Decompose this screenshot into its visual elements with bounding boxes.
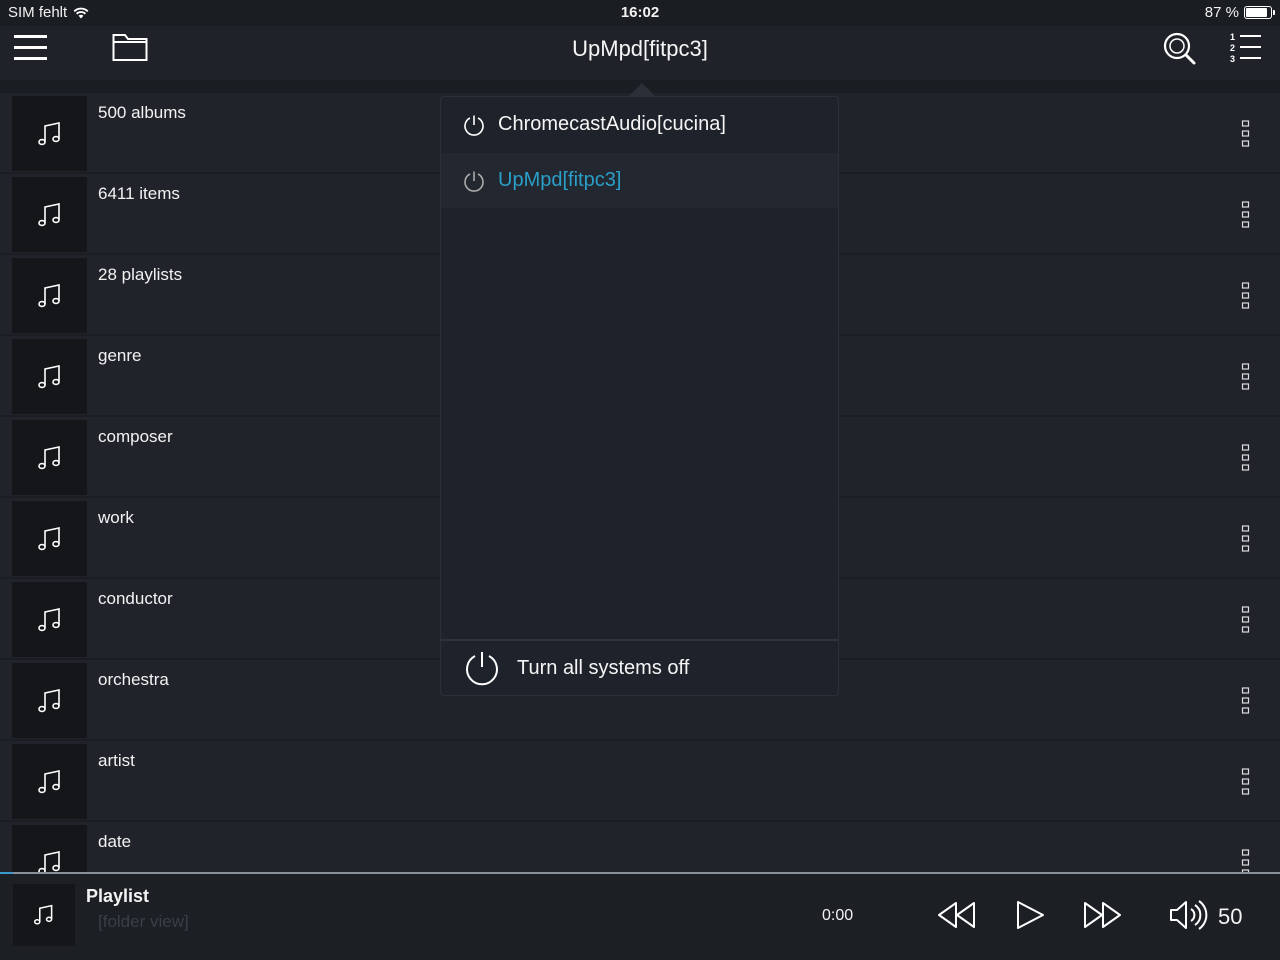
battery-label: 87 % [1204, 4, 1239, 21]
music-note-icon [12, 420, 87, 495]
turn-all-off-button[interactable]: Turn all systems off [441, 639, 838, 695]
queue-list-icon[interactable]: 123 [1228, 30, 1264, 66]
svg-text:3: 3 [1230, 54, 1235, 64]
list-item[interactable]: date [0, 822, 1280, 872]
more-options-icon[interactable] [1238, 200, 1254, 230]
rewind-icon[interactable] [937, 899, 977, 931]
list-item-label: work [98, 508, 134, 527]
now-playing-title: Playlist [86, 886, 150, 906]
music-note-icon [12, 258, 87, 333]
list-item-label: composer [98, 427, 173, 446]
music-note-icon [12, 663, 87, 738]
navbar: UpMpd[fitpc3] 123 [0, 26, 1280, 80]
more-options-icon[interactable] [1238, 119, 1254, 149]
turn-all-off-label: Turn all systems off [517, 656, 690, 679]
music-note-icon [12, 744, 87, 819]
svg-text:1: 1 [1230, 32, 1235, 42]
player-bar: Playlist [folder view] 0:00 50 [0, 874, 1280, 960]
music-note-icon [13, 884, 75, 946]
list-item-label: genre [98, 346, 142, 365]
list-item-label: 28 playlists [98, 265, 183, 284]
list-item-label: conductor [98, 589, 173, 608]
battery-group: 87 % [1204, 4, 1275, 21]
more-options-icon[interactable] [1238, 524, 1254, 554]
music-note-icon [12, 501, 87, 576]
more-options-icon[interactable] [1238, 686, 1254, 716]
battery-icon [1244, 6, 1275, 19]
music-note-icon [12, 177, 87, 252]
music-note-icon [12, 582, 87, 657]
page-title[interactable]: UpMpd[fitpc3] [0, 36, 1280, 62]
more-options-icon[interactable] [1238, 605, 1254, 635]
volume-icon[interactable] [1168, 898, 1210, 932]
power-icon [463, 649, 501, 687]
renderer-item-label: ChromecastAudio[cucina] [498, 113, 726, 135]
music-note-icon [12, 96, 87, 171]
list-item-label: artist [98, 751, 135, 770]
elapsed-time: 0:00 [822, 907, 854, 924]
volume-level: 50 [1218, 904, 1243, 929]
list-item-label: 500 albums [98, 103, 186, 122]
more-options-icon[interactable] [1238, 443, 1254, 473]
power-icon[interactable] [462, 169, 486, 193]
music-note-icon [12, 339, 87, 414]
popover-arrow [628, 83, 656, 97]
renderer-item-label: UpMpd[fitpc3] [498, 169, 622, 191]
more-options-icon[interactable] [1238, 848, 1254, 872]
list-item-label: orchestra [98, 670, 169, 689]
list-item-label: date [98, 832, 132, 851]
renderer-item-upmpd[interactable]: UpMpd[fitpc3] [441, 153, 838, 208]
renderer-popover: ChromecastAudio[cucina] UpMpd[fitpc3] Tu… [440, 96, 839, 696]
more-options-icon[interactable] [1238, 281, 1254, 311]
power-icon[interactable] [462, 113, 486, 137]
svg-text:2: 2 [1230, 43, 1235, 53]
renderer-item-chromecast[interactable]: ChromecastAudio[cucina] [441, 97, 838, 152]
status-bar: SIM fehlt 16:02 87 % [0, 0, 1280, 26]
more-options-icon[interactable] [1238, 767, 1254, 797]
music-note-icon [12, 825, 87, 872]
list-item-label: 6411 items [98, 184, 180, 203]
now-playing-subtitle: [folder view] [98, 912, 189, 931]
more-options-icon[interactable] [1238, 362, 1254, 392]
list-item[interactable]: artist [0, 741, 1280, 820]
clock: 16:02 [620, 4, 660, 21]
search-icon[interactable] [1162, 31, 1198, 65]
fast-forward-icon[interactable] [1082, 899, 1122, 931]
play-icon[interactable] [1014, 899, 1046, 931]
